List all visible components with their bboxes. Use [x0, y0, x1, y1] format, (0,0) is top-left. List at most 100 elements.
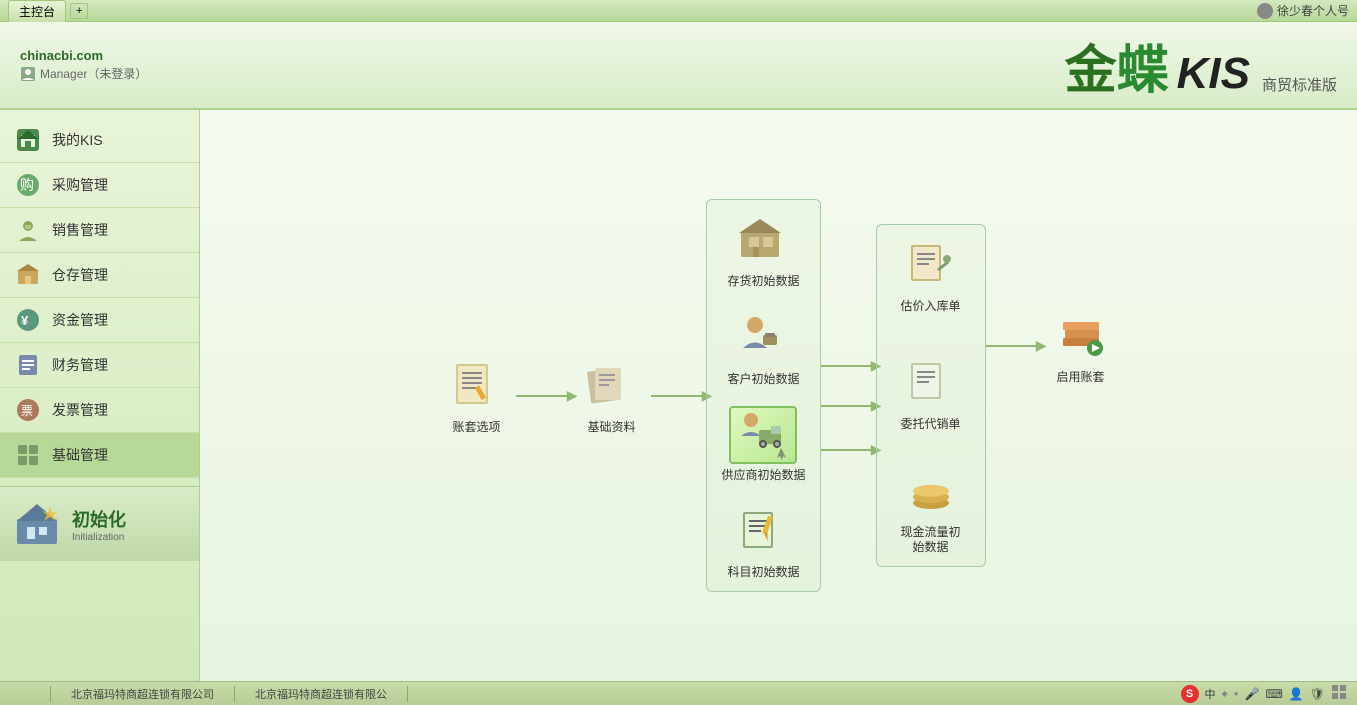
kemu-label: 科目初始数据: [727, 565, 799, 581]
sidebar-item-accounting[interactable]: 财务管理: [0, 343, 199, 388]
main-tab[interactable]: 主控台: [8, 0, 66, 22]
top-bar-right: 徐少春个人号: [1257, 2, 1349, 19]
zhangao-label: 账套选项: [452, 420, 500, 436]
finance-icon: ¥: [14, 306, 42, 334]
qiyong-icon: [1051, 306, 1111, 366]
status-icon-zh: 中: [1205, 686, 1216, 702]
cunkuo-label: 存货初始数据: [727, 274, 799, 290]
xianjin-icon: [901, 461, 961, 521]
logo-kis: KIS: [1177, 49, 1250, 99]
status-center2: 北京福玛特商超连锁有限公: [235, 686, 408, 702]
node-kemu[interactable]: 科目初始数据: [723, 501, 803, 581]
kehu-label: 客户初始数据: [727, 372, 799, 388]
sidebar-item-my-kis[interactable]: 我的KIS: [0, 118, 199, 163]
arrow-2: ▶: [651, 395, 706, 397]
sidebar-item-basic[interactable]: 基础管理: [0, 433, 199, 478]
flow-diagram: 账套选项 ▶: [230, 130, 1327, 661]
sidebar-label-invoice: 发票管理: [52, 400, 108, 420]
node-jichu[interactable]: 基础资料: [571, 356, 651, 436]
status-sections: 北京福玛特商超连锁有限公司 北京福玛特商超连锁有限公: [10, 686, 408, 702]
status-icon-dot1: ◆: [1222, 689, 1228, 698]
init-icon: [12, 499, 62, 549]
logo-die: 蝶: [1117, 28, 1169, 103]
status-left: [10, 686, 51, 702]
arrow-final: ▶: [986, 345, 1041, 347]
kehu-icon: [733, 308, 793, 368]
node-xianjin[interactable]: 现金流量初始数据: [891, 461, 971, 556]
sidebar-item-sales[interactable]: 销售管理: [0, 208, 199, 253]
qiyong-label: 启用账套: [1056, 370, 1104, 386]
sidebar-label-sales: 销售管理: [52, 220, 108, 240]
warehouse-icon: [14, 261, 42, 289]
init-sub-label: Initialization: [72, 532, 126, 543]
top-bar-left: 主控台 +: [8, 0, 88, 22]
col-zhangao: 账套选项: [436, 356, 516, 436]
kemu-icon: [733, 501, 793, 561]
arrow-1: ▶: [516, 395, 571, 397]
main: 我的KIS 购 采购管理 销售管理: [0, 110, 1357, 681]
jichu-icon: [581, 356, 641, 416]
weituo-icon: [901, 353, 961, 413]
col-jichu: 基础资料: [571, 356, 651, 436]
node-weituo[interactable]: 委托代销单: [891, 353, 971, 433]
node-kehu[interactable]: 客户初始数据: [723, 308, 803, 388]
status-bar: 北京福玛特商超连锁有限公司 北京福玛特商超连锁有限公 S 中 ◆ ● 🎤 ⌨ 👤…: [0, 681, 1357, 705]
logo-jin: 金: [1065, 28, 1117, 103]
node-zhangao[interactable]: 账套选项: [436, 356, 516, 436]
sidebar-label-warehouse: 仓存管理: [52, 265, 108, 285]
manager-icon: [20, 66, 36, 82]
manager-label: Manager（未登录）: [20, 65, 147, 82]
gujia-icon: [901, 235, 961, 295]
zhangao-icon: [446, 356, 506, 416]
node-gujia[interactable]: 估价入库单: [891, 235, 971, 315]
sidebar-item-warehouse[interactable]: 仓存管理: [0, 253, 199, 298]
init-label: 初始化: [72, 506, 126, 532]
svg-text:购: 购: [20, 177, 34, 193]
sidebar-item-invoice[interactable]: 票 发票管理: [0, 388, 199, 433]
middle-bracket: 存货初始数据 客户初始数据: [706, 199, 820, 591]
status-center1: 北京福玛特商超连锁有限公司: [51, 686, 235, 702]
top-bar: 主控台 + 徐少春个人号: [0, 0, 1357, 22]
header: chinacbi.com Manager（未登录） 金 蝶 KIS 商贸标准版: [0, 22, 1357, 110]
sidebar: 我的KIS 购 采购管理 销售管理: [0, 110, 200, 681]
col-qiyong: 启用账套: [1041, 306, 1121, 386]
node-gongyinshang[interactable]: 供应商初始数据: [721, 406, 805, 484]
accounting-icon: [14, 351, 42, 379]
status-bar-right: S 中 ◆ ● 🎤 ⌨ 👤 🛡: [1181, 684, 1347, 703]
add-tab-button[interactable]: +: [70, 3, 88, 19]
sidebar-label-purchase: 采购管理: [52, 175, 108, 195]
gongyinshang-icon: [729, 406, 797, 464]
site-label: chinacbi.com: [20, 48, 147, 63]
node-cunkuo[interactable]: 存货初始数据: [723, 210, 803, 290]
sidebar-init[interactable]: 初始化 Initialization: [0, 486, 199, 561]
sidebar-item-purchase[interactable]: 购 采购管理: [0, 163, 199, 208]
status-icon-mic: 🎤: [1245, 687, 1260, 701]
user-avatar-icon: [1257, 3, 1273, 19]
status-icon-shield: 🛡: [1310, 687, 1325, 701]
header-left: chinacbi.com Manager（未登录）: [20, 48, 147, 82]
sidebar-item-finance[interactable]: ¥ 资金管理: [0, 298, 199, 343]
username-label: 徐少春个人号: [1277, 2, 1349, 19]
kis-logo: 金 蝶 KIS 商贸标准版: [1065, 28, 1337, 103]
node-qiyong[interactable]: 启用账套: [1041, 306, 1121, 386]
status-icon-s: S: [1181, 685, 1199, 703]
status-icon-dot2: ●: [1234, 689, 1239, 698]
sidebar-label-my-kis: 我的KIS: [52, 130, 103, 150]
cart-icon: 购: [14, 171, 42, 199]
invoice-icon: 票: [14, 396, 42, 424]
status-icon-grid: [1331, 684, 1347, 703]
svg-text:¥: ¥: [21, 313, 29, 328]
init-text-block: 初始化 Initialization: [72, 506, 126, 543]
sidebar-label-accounting: 财务管理: [52, 355, 108, 375]
sidebar-label-basic: 基础管理: [52, 445, 108, 465]
content: 账套选项 ▶: [200, 110, 1357, 681]
status-icon-user: 👤: [1289, 687, 1304, 701]
sidebar-label-finance: 资金管理: [52, 310, 108, 330]
sales-icon: [14, 216, 42, 244]
home-icon: [14, 126, 42, 154]
svg-text:票: 票: [21, 404, 33, 418]
logo-sub: 商贸标准版: [1262, 74, 1337, 95]
status-icon-keyboard: ⌨: [1265, 687, 1282, 701]
right-bracket: 估价入库单 委托代销单: [876, 224, 986, 566]
gujia-label: 估价入库单: [900, 299, 960, 315]
